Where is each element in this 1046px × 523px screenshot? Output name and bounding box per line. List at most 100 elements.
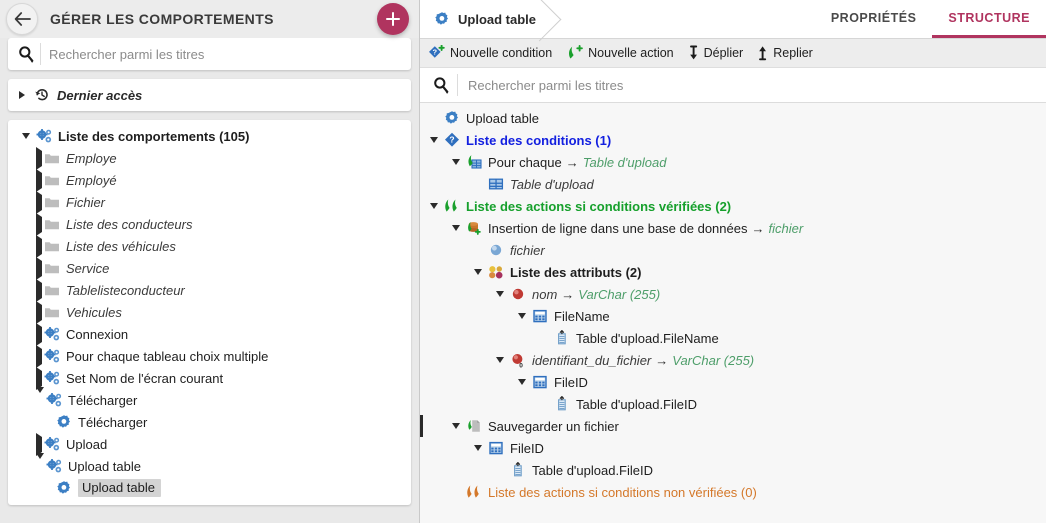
behaviors-tree-row[interactable]: Fichier xyxy=(8,190,411,214)
behaviors-tree-row[interactable]: Upload table xyxy=(8,452,411,477)
structure-tree-row[interactable]: Table d'upload xyxy=(420,173,1046,195)
structure-tree-row[interactable]: Insertion de ligne dans une base de donn… xyxy=(420,217,1046,239)
structure-tree-row-label: Liste des conditions (1) xyxy=(466,133,611,148)
structure-tree-row[interactable]: FileID xyxy=(420,371,1046,393)
save-file-icon xyxy=(464,418,484,434)
new-action-button[interactable]: Nouvelle action xyxy=(566,45,674,61)
tree-twisty-down[interactable] xyxy=(492,291,508,297)
structure-toolbar: ? Nouvelle condition Nouvelle action Dép… xyxy=(420,39,1046,68)
tree-twisty-down[interactable] xyxy=(492,357,508,363)
structure-tree-row[interactable]: FileID xyxy=(420,437,1046,459)
sphere-blue-icon xyxy=(486,242,506,258)
structure-tree-row-label: FileID xyxy=(554,375,588,390)
recent-access-row[interactable]: Dernier accès xyxy=(8,79,411,111)
column-icon xyxy=(558,396,566,411)
structure-tree-row-text: FileID xyxy=(554,374,588,390)
structure-tree-row[interactable]: Sauvegarder un fichier xyxy=(420,415,1046,437)
structure-tree-row-text: nom xyxy=(532,286,558,302)
search-icon[interactable] xyxy=(424,76,451,95)
folder-icon xyxy=(45,242,59,252)
foreach-icon xyxy=(468,155,482,169)
structure-tree-row-suffix: VarChar (255) xyxy=(672,352,755,368)
behaviors-tree-row[interactable]: Vehicules xyxy=(8,300,411,324)
tree-twisty-down[interactable] xyxy=(448,423,464,429)
behaviors-tree-row[interactable]: Pour chaque tableau choix multiple xyxy=(8,344,411,368)
gears-icon xyxy=(42,348,62,364)
structure-tree-row[interactable]: fichier xyxy=(420,239,1046,261)
behaviors-tree-row[interactable]: Tablelisteconducteur xyxy=(8,278,411,302)
tree-twisty-down[interactable] xyxy=(470,269,486,275)
folder-icon xyxy=(42,260,62,276)
structure-tree: Upload table? Liste des conditions (1) Pou… xyxy=(420,103,1046,523)
expand-all-button[interactable]: Déplier xyxy=(688,45,743,61)
folder-icon xyxy=(45,176,59,186)
breadcrumb-chevron-icon xyxy=(517,0,562,42)
behaviors-tree-items: Employe Employé Fichier Liste des conducteu… xyxy=(8,146,411,499)
folder-icon xyxy=(45,154,59,164)
structure-tree-row[interactable]: Liste des actions si conditions non véri… xyxy=(420,481,1046,503)
behaviors-tree-row[interactable]: Set Nom de l'écran courant xyxy=(8,366,411,390)
structure-tree-row[interactable]: 0 identifiant_du_fichier → VarChar (255) xyxy=(420,349,1046,371)
behaviors-tree-row[interactable]: Liste des conducteurs xyxy=(8,212,411,236)
attributes-icon xyxy=(489,266,503,279)
tree-twisty-down[interactable] xyxy=(514,379,530,385)
behaviors-tree-row[interactable]: Upload table xyxy=(8,477,411,499)
tree-twisty-down[interactable] xyxy=(448,159,464,165)
search-input[interactable] xyxy=(47,45,407,63)
behaviors-tree-row[interactable]: Service xyxy=(8,256,411,280)
structure-tree-row-suffix: fichier xyxy=(768,220,804,236)
app-root: GÉRER LES COMPORTEMENTS Rechercher parmi… xyxy=(0,0,1046,523)
behaviors-tree: Liste des comportements (105) Employe Emp… xyxy=(8,120,411,505)
tree-twisty-down[interactable] xyxy=(36,386,44,408)
behaviors-tree-row[interactable]: Connexion xyxy=(8,322,411,346)
collapse-all-button[interactable]: Replier xyxy=(757,45,813,61)
behaviors-tree-row[interactable]: Liste des véhicules xyxy=(8,234,411,258)
structure-tree-row[interactable]: Liste des actions si conditions vérifiée… xyxy=(420,195,1046,217)
behaviors-tree-row[interactable]: Upload xyxy=(8,432,411,456)
gears-icon xyxy=(42,326,62,342)
add-button[interactable] xyxy=(377,3,409,35)
structure-tree-row-text: Table d'upload xyxy=(510,176,594,192)
structure-tree-row[interactable]: Pour chaque → Table d'upload xyxy=(420,151,1046,173)
tree-twisty-down[interactable] xyxy=(36,452,44,474)
tree-twisty-down[interactable] xyxy=(470,445,486,451)
structure-tree-row[interactable]: FileName xyxy=(420,305,1046,327)
structure-tree-row[interactable]: nom → VarChar (255) xyxy=(420,283,1046,305)
tree-twisty-down[interactable] xyxy=(514,313,530,319)
tree-root-row[interactable]: Liste des comportements (105) xyxy=(8,125,411,147)
folder-icon xyxy=(42,150,62,166)
field-icon xyxy=(530,308,550,324)
back-button[interactable] xyxy=(6,3,38,35)
structure-tree-row[interactable]: Upload table xyxy=(420,107,1046,129)
search-icon[interactable] xyxy=(12,45,36,64)
structure-search-input[interactable] xyxy=(466,76,1042,94)
tab-proprietes[interactable]: PROPRIÉTÉS xyxy=(815,0,933,38)
structure-tree-row[interactable]: Table d'upload.FileName xyxy=(420,327,1046,349)
behaviors-tree-row[interactable]: Télécharger xyxy=(8,411,411,433)
chevron-down-icon xyxy=(474,269,482,275)
behaviors-tree-row-label: Vehicules xyxy=(66,304,122,320)
tree-twisty-down[interactable] xyxy=(426,137,442,143)
structure-tree-row[interactable]: Table d'upload.FileID xyxy=(420,393,1046,415)
structure-tree-row[interactable]: Liste des attributs (2) xyxy=(420,261,1046,283)
sphere-red-icon xyxy=(508,286,528,302)
structure-tree-row-label: nom → VarChar (255) xyxy=(532,287,660,302)
behaviors-tree-row[interactable]: Employé xyxy=(8,168,411,192)
chevron-down-icon xyxy=(496,291,504,297)
recent-twisty[interactable] xyxy=(14,91,30,99)
new-condition-button[interactable]: ? Nouvelle condition xyxy=(428,45,552,61)
field-icon xyxy=(533,309,547,323)
tree-root-twisty[interactable] xyxy=(18,133,34,139)
tree-twisty-down[interactable] xyxy=(448,225,464,231)
gears-icon xyxy=(46,392,61,406)
tab-structure[interactable]: STRUCTURE xyxy=(932,0,1046,38)
behaviors-tree-row[interactable]: Télécharger xyxy=(8,386,411,411)
structure-tree-row-label: Table d'upload.FileID xyxy=(532,463,653,478)
left-search-row xyxy=(8,38,411,70)
behaviors-tree-row[interactable]: Employe xyxy=(8,146,411,170)
tree-twisty-down[interactable] xyxy=(426,203,442,209)
structure-tree-row[interactable]: Table d'upload.FileID xyxy=(420,459,1046,481)
structure-tree-row[interactable]: ? Liste des conditions (1) xyxy=(420,129,1046,151)
breadcrumb[interactable]: Upload table xyxy=(420,0,562,42)
expand-down-icon xyxy=(688,45,700,61)
